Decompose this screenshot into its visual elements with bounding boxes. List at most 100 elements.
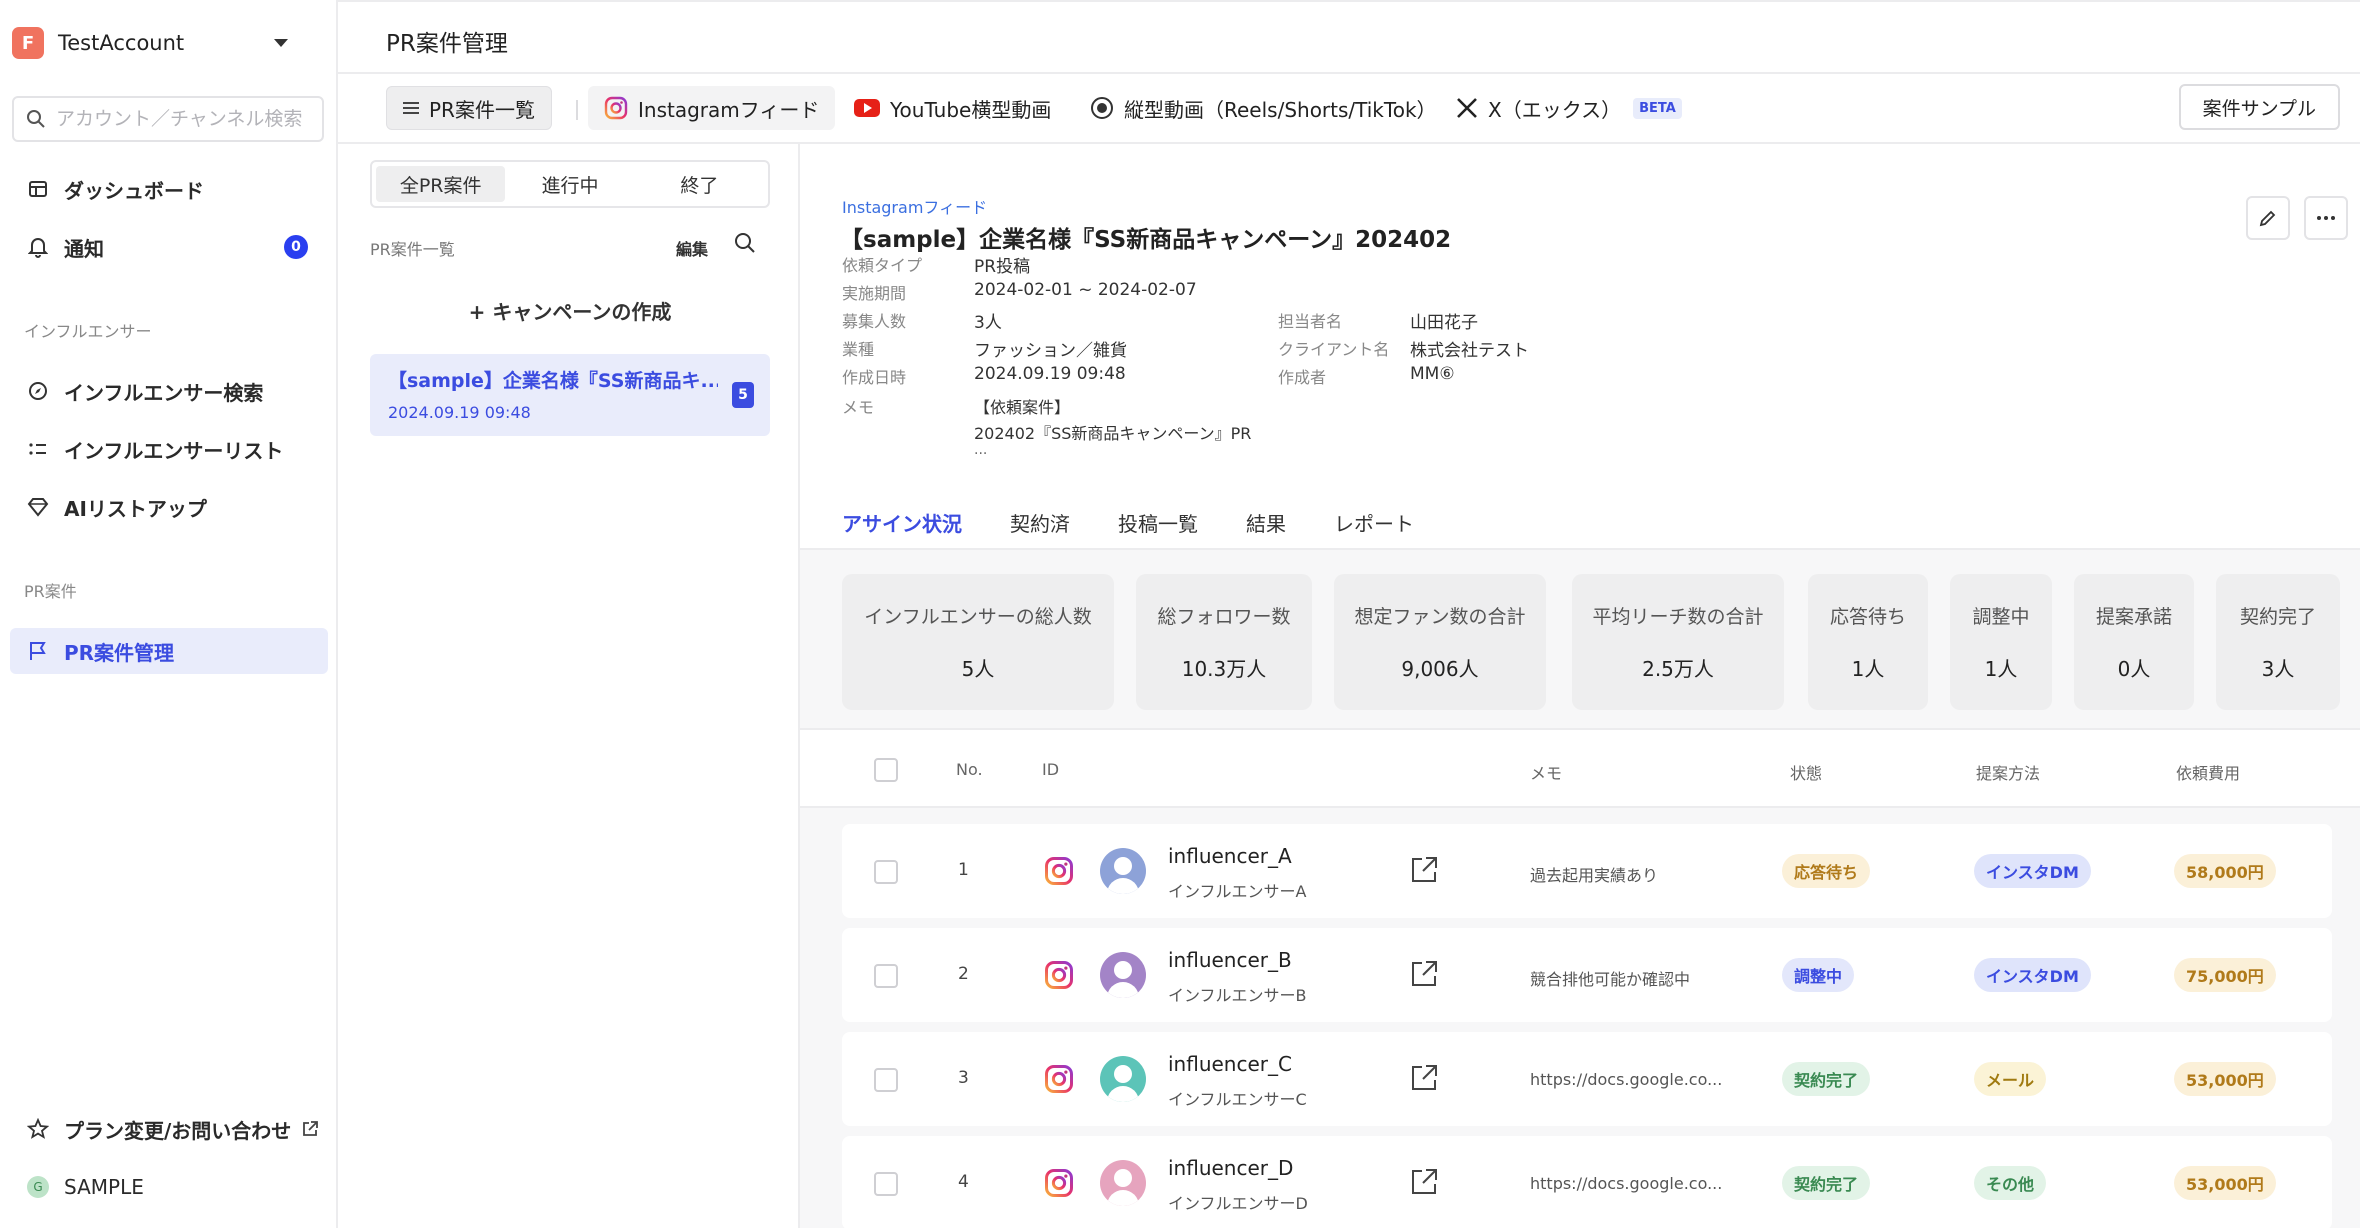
edit-button[interactable] [2246,196,2290,240]
avatar-icon [1100,848,1146,894]
share-icon[interactable] [1408,854,1440,891]
beta-badge: BETA [1633,97,1682,119]
stat-card: インフルエンサーの総人数 5人 [842,574,1114,710]
nav-influencer-search[interactable]: インフルエンサー検索 [10,368,328,414]
instagram-icon [1044,1168,1074,1203]
campaign-title: 【sample】企業名様『SS新商品キャンペーン』202402 [840,227,1452,253]
menu-icon [403,101,419,115]
nav-section-pr: PR案件 [24,582,77,601]
influencer-id[interactable]: influencer_C [1168,1052,1292,1076]
nav-pr-manage[interactable]: PR案件管理 [10,628,328,674]
influencer-id[interactable]: influencer_A [1168,844,1292,868]
status-badge: 調整中 [1782,958,1855,992]
list-search-icon[interactable] [734,232,756,259]
meta-memo-line2: 202402『SS新商品キャンペーン』PR [974,424,1252,443]
share-icon[interactable] [1408,958,1440,995]
tab-x-label: X（エックス） [1488,97,1622,122]
campaign-card[interactable]: 【sample】企業名様『SS新商品キ... 2024.09.19 09:48 … [370,354,770,436]
stats-area: インフルエンサーの総人数 5人 総フォロワー数 10.3万人 想定ファン数の合計… [800,548,2360,728]
sidebar: F TestAccount ダッシュボード 通知 0 インフルエンサー インフル… [0,0,338,1228]
tab-vertical-video[interactable]: 縦型動画（Reels/Shorts/TikTok） [1074,86,1453,130]
filter-in-progress[interactable]: 進行中 [505,166,634,202]
stat-label: 想定ファン数の合計 [1354,606,1526,628]
tab-pr-list[interactable]: PR案件一覧 [386,86,552,130]
pencil-icon [2259,210,2276,227]
tab-divider [576,100,578,120]
tab-youtube[interactable]: YouTube横型動画 [838,86,1067,130]
sample-account-icon: G [27,1176,49,1198]
meta-author-value: MM⑥ [1410,364,1455,384]
nav-plan-contact[interactable]: プラン変更/お問い合わせ [10,1106,328,1152]
row-checkbox[interactable] [874,1068,898,1092]
account-search-input[interactable] [56,108,316,130]
share-icon[interactable] [1408,1062,1440,1099]
table-header: No. ID メモ 状態 提案方法 依頼費用 [800,728,2360,808]
row-memo[interactable]: https://docs.google.co... [1530,1174,1722,1193]
stat-card: 提案承諾 0人 [2074,574,2194,710]
bell-icon [26,235,50,259]
tab-x[interactable]: X（エックス） BETA [1440,86,1698,130]
meta-request-type-value: PR投稿 [974,257,1031,277]
select-all-checkbox[interactable] [874,758,898,782]
more-button[interactable] [2304,196,2348,240]
caret-down-icon [274,39,288,47]
stat-label: 平均リーチ数の合計 [1592,606,1764,628]
table-row[interactable]: 1 influencer_A インフルエンサーA 過去起用実績あり 応答待ち イ… [842,824,2332,918]
status-badge: 応答待ち [1782,854,1871,888]
nav-ai-listup[interactable]: AIリストアップ [10,484,328,530]
influencer-id[interactable]: influencer_D [1168,1156,1293,1180]
stat-card: 応答待ち 1人 [1808,574,1928,710]
campaign-card-title: 【sample】企業名様『SS新商品キ... [388,370,718,392]
nav-sample-account[interactable]: G SAMPLE [10,1164,328,1210]
stat-card: 平均リーチ数の合計 2.5万人 [1572,574,1784,710]
tab-instagram[interactable]: Instagramフィード [588,86,836,130]
external-link-icon [301,1120,319,1138]
influencer-name: インフルエンサーD [1168,1194,1308,1213]
table-row[interactable]: 2 influencer_B インフルエンサーB 競合排他可能か確認中 調整中 … [842,928,2332,1022]
list-edit-button[interactable]: 編集 [676,236,708,260]
meta-memo-key: メモ [842,398,875,417]
create-campaign-button[interactable]: + キャンペーンの作成 [370,288,770,332]
tab-youtube-label: YouTube横型動画 [890,97,1052,122]
notification-count-badge: 0 [284,235,308,259]
th-no: No. [956,760,983,779]
meta-period-key: 実施期間 [842,284,907,303]
account-search[interactable] [12,96,324,142]
nav-sample-label: SAMPLE [64,1175,144,1199]
nav-influencer-list[interactable]: インフルエンサーリスト [10,426,328,472]
nav-dashboard[interactable]: ダッシュボード [10,166,328,212]
row-checkbox[interactable] [874,860,898,884]
meta-client-key: クライアント名 [1278,340,1390,359]
row-no: 2 [958,964,969,984]
nav-plan-contact-label: プラン変更/お問い合わせ [64,1118,292,1143]
table-row[interactable]: 3 influencer_C インフルエンサーC https://docs.go… [842,1032,2332,1126]
th-id: ID [1042,760,1060,779]
row-checkbox[interactable] [874,1172,898,1196]
row-checkbox[interactable] [874,964,898,988]
nav-notifications[interactable]: 通知 0 [10,224,328,270]
stat-value: 5人 [961,657,995,681]
meta-request-type-key: 依頼タイプ [842,256,923,275]
search-icon [27,110,45,128]
campaign-detail: Instagramフィード 【sample】企業名様『SS新商品キャンペーン』2… [800,144,2360,1228]
row-memo[interactable]: https://docs.google.co... [1530,1070,1722,1089]
filter-finished[interactable]: 終了 [635,166,764,202]
avatar-icon [1100,952,1146,998]
account-logo: F [12,27,44,59]
table-row[interactable]: 4 influencer_D インフルエンサーD https://docs.go… [842,1136,2332,1228]
stat-label: 応答待ち [1829,606,1906,628]
account-switcher[interactable]: F TestAccount [12,20,328,66]
meta-memo-line1: 【依頼案件】 [974,398,1071,417]
more-icon [2317,216,2335,220]
filter-all[interactable]: 全PR案件 [376,166,506,202]
campaign-card-date: 2024.09.19 09:48 [388,403,531,422]
stat-value: 10.3万人 [1181,657,1267,681]
stat-value: 9,006人 [1401,657,1479,681]
share-icon[interactable] [1408,1166,1440,1203]
case-sample-button[interactable]: 案件サンプル [2178,84,2340,130]
meta-memo-ellipsis: ... [974,442,988,458]
campaign-list-panel: 全PR案件 進行中 終了 PR案件一覧 編集 + キャンペーンの作成 【samp… [338,144,800,1228]
influencer-id[interactable]: influencer_B [1168,948,1292,972]
compass-icon [26,379,50,403]
fee-badge: 58,000円 [2174,854,2276,888]
